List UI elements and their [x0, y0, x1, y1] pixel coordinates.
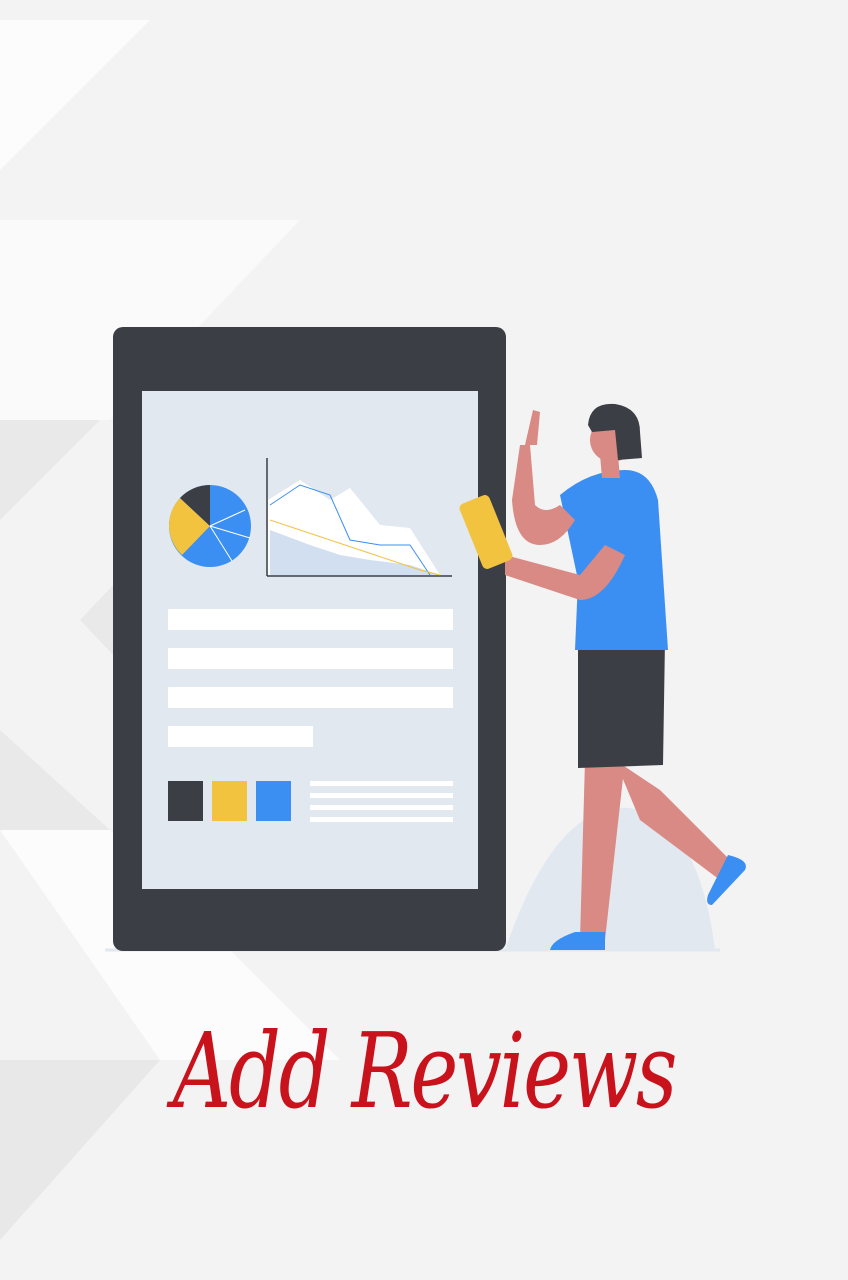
- swatch-blue: [256, 781, 291, 821]
- swatch-yellow: [212, 781, 247, 821]
- swatch-dark: [168, 781, 203, 821]
- pie-chart-icon: [168, 484, 251, 567]
- skirt: [578, 640, 665, 768]
- small-line-2: [310, 793, 453, 798]
- text-line-1: [168, 609, 453, 630]
- small-line-1: [310, 781, 453, 786]
- caption-add-reviews: Add Reviews: [172, 1010, 678, 1132]
- text-line-4: [168, 726, 313, 747]
- text-line-2: [168, 648, 453, 669]
- small-line-4: [310, 817, 453, 822]
- small-line-3: [310, 805, 453, 810]
- text-line-3: [168, 687, 453, 708]
